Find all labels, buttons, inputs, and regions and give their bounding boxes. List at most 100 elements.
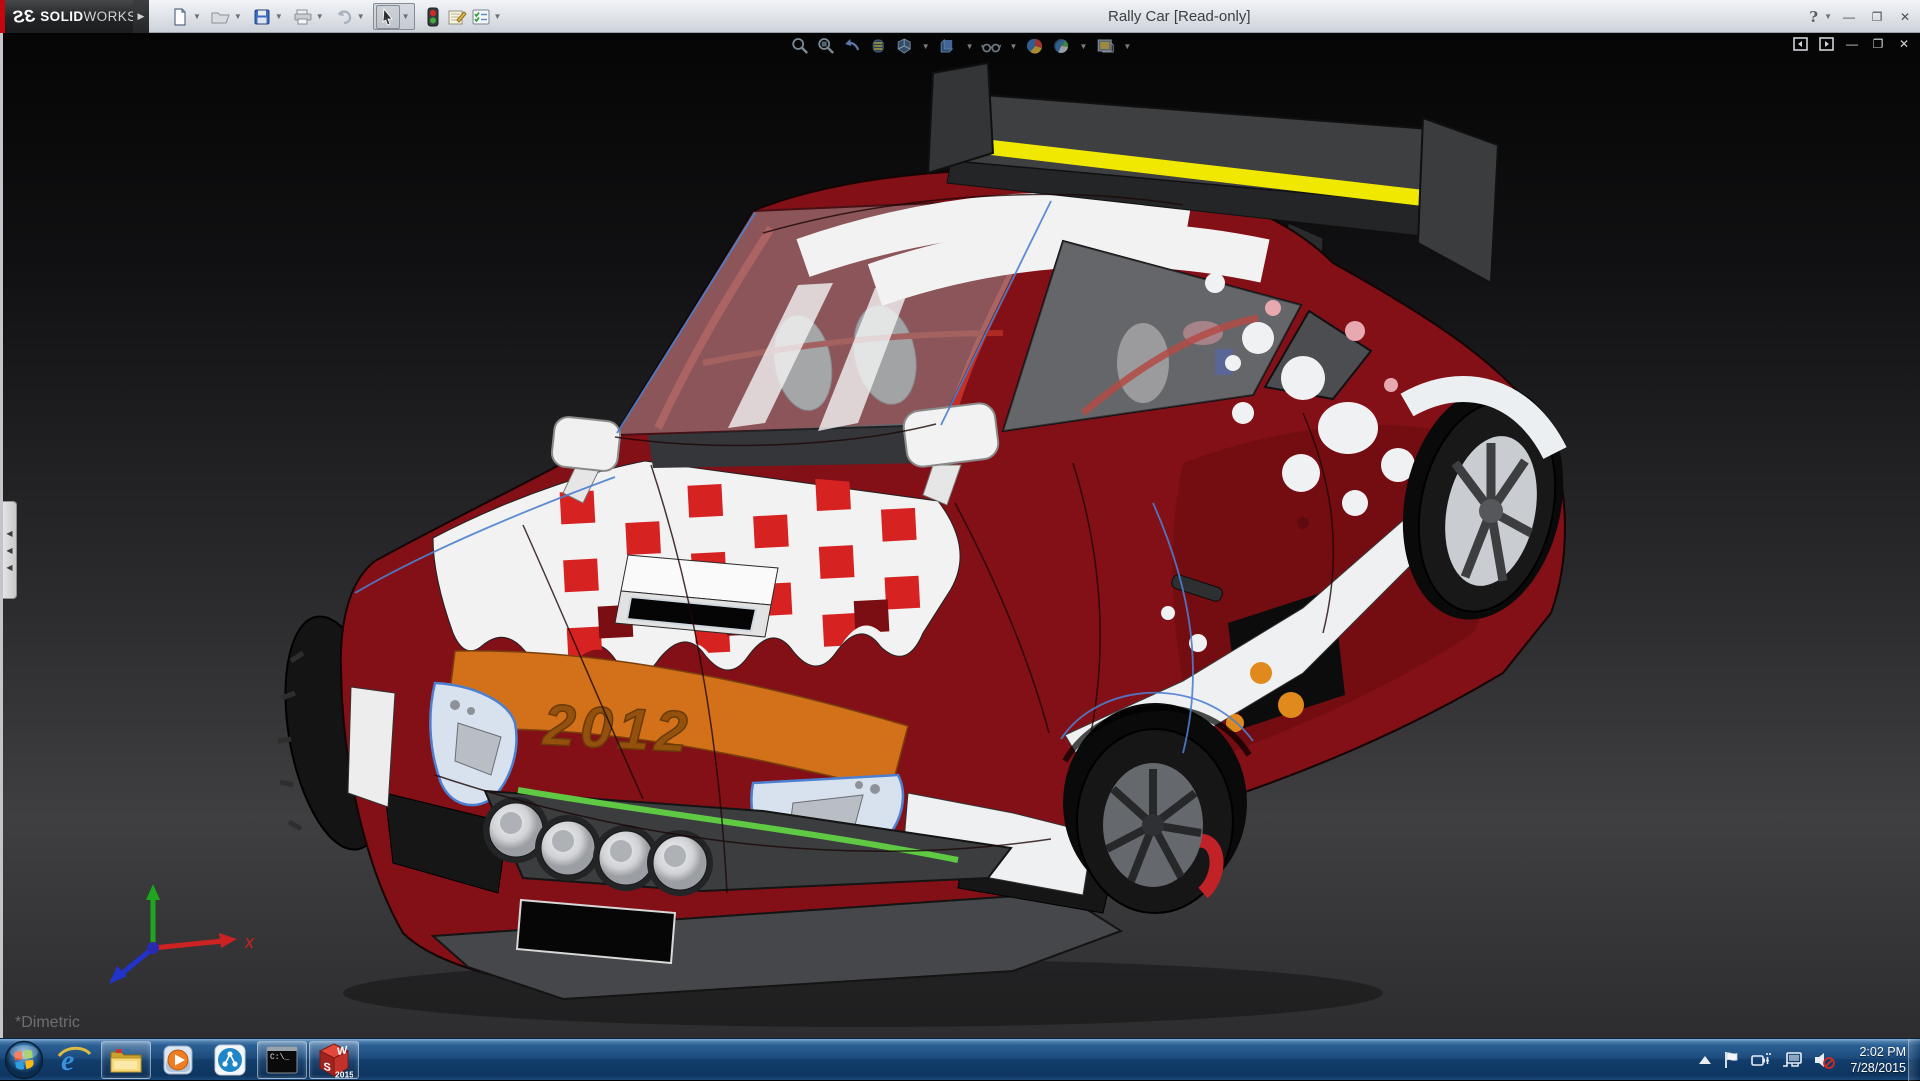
undo-button[interactable] xyxy=(332,5,356,29)
display-style-button[interactable] xyxy=(938,36,958,56)
eyeglasses-icon xyxy=(982,37,1002,55)
section-view-icon xyxy=(870,37,886,55)
action-center-button[interactable] xyxy=(1722,1051,1740,1069)
close-button[interactable]: ✕ xyxy=(1894,7,1916,27)
windows-start-icon xyxy=(4,1040,44,1080)
window-title: Rally Car [Read-only] xyxy=(1108,0,1251,33)
section-view-button[interactable] xyxy=(868,36,888,56)
new-document-button[interactable] xyxy=(168,5,192,29)
view-settings-button[interactable] xyxy=(1095,36,1115,56)
doc-close-button[interactable]: ✕ xyxy=(1896,36,1912,51)
x-axis-arrow xyxy=(219,933,237,948)
hide-show-items-dropdown[interactable]: ▼ xyxy=(1010,42,1018,51)
scene-sphere-icon xyxy=(1052,37,1070,55)
save-dropdown[interactable]: ▼ xyxy=(275,12,283,21)
zoom-to-area-button[interactable] xyxy=(816,36,836,56)
traffic-light-button[interactable] xyxy=(421,5,445,29)
rally-car-model[interactable]: 2012 xyxy=(3,33,1920,1038)
help-dropdown[interactable]: ▼ xyxy=(1824,12,1832,21)
taskbar-share-app[interactable] xyxy=(205,1041,255,1079)
save-button[interactable] xyxy=(250,5,274,29)
zoom-to-fit-button[interactable] xyxy=(790,36,810,56)
panel-toggle-right-button[interactable] xyxy=(1818,36,1834,51)
panel-right-icon xyxy=(1819,37,1834,51)
clock-time: 2:02 PM xyxy=(1850,1044,1906,1060)
display-style-dropdown[interactable]: ▼ xyxy=(966,42,974,51)
undo-arrow-icon xyxy=(334,8,354,26)
zoom-to-fit-icon xyxy=(791,37,809,55)
taskbar-windows-explorer[interactable] xyxy=(101,1041,151,1079)
doc-minimize-button[interactable]: — xyxy=(1844,36,1860,51)
options-dropdown[interactable]: ▼ xyxy=(494,12,502,21)
solidworks-cube-icon: S W 2015 xyxy=(315,1041,353,1079)
select-button[interactable] xyxy=(376,5,400,29)
reference-triad: x xyxy=(83,878,283,998)
view-orientation-label: *Dimetric xyxy=(15,1014,80,1032)
taskbar-clock[interactable]: 2:02 PM 7/28/2015 xyxy=(1850,1044,1906,1077)
cmd-prompt-text: C:\_ xyxy=(270,1053,289,1062)
display-style-icon xyxy=(939,37,957,55)
menu-expand-arrow[interactable]: ▶ xyxy=(133,0,149,33)
speaker-muted-icon xyxy=(1813,1051,1835,1069)
options-button[interactable] xyxy=(469,5,493,29)
view-settings-icon xyxy=(1096,37,1114,55)
note-pencil-icon xyxy=(447,8,467,26)
view-orientation-button[interactable] xyxy=(894,36,914,56)
brand-bold: SOLID xyxy=(40,9,83,24)
taskbar-solidworks[interactable]: S W 2015 xyxy=(309,1041,359,1079)
print-button[interactable] xyxy=(291,5,315,29)
standard-toolbar: ▼ ▼ ▼ ▼ ▼ ▼ ▼ xyxy=(168,0,509,33)
volume-muted-button[interactable] xyxy=(1813,1051,1835,1069)
graphics-area[interactable]: 2012 xyxy=(0,33,1920,1038)
collapse-arrow-icon: ◀ xyxy=(6,546,12,555)
heads-up-view-toolbar: ▼ ▼ ▼ ▼ ▼ xyxy=(790,36,1134,56)
save-floppy-icon xyxy=(253,8,271,26)
document-window-controls: — ❐ ✕ xyxy=(1792,36,1912,51)
view-orientation-dropdown[interactable]: ▼ xyxy=(922,42,930,51)
new-dropdown[interactable]: ▼ xyxy=(193,12,201,21)
apply-scene-button[interactable] xyxy=(1051,36,1071,56)
undo-dropdown[interactable]: ▼ xyxy=(357,12,365,21)
show-hidden-icons-button[interactable] xyxy=(1699,1056,1711,1064)
minimize-button[interactable]: — xyxy=(1838,7,1860,27)
spoiler-endplate-left xyxy=(928,63,993,173)
open-folder-icon xyxy=(211,8,231,26)
start-button[interactable] xyxy=(0,1039,48,1081)
rebuild-note-button[interactable] xyxy=(445,5,469,29)
doc-restore-button[interactable]: ❐ xyxy=(1870,36,1886,51)
show-desktop-button[interactable] xyxy=(1908,1039,1920,1081)
power-button[interactable] xyxy=(1751,1051,1771,1069)
restore-button[interactable]: ❐ xyxy=(1866,7,1888,27)
help-button[interactable]: ? xyxy=(1809,8,1818,26)
zoom-to-area-icon xyxy=(817,37,835,55)
select-tool-group: ▼ xyxy=(373,3,415,30)
taskbar-internet-explorer[interactable]: e xyxy=(49,1041,99,1079)
print-dropdown[interactable]: ▼ xyxy=(316,12,324,21)
network-button[interactable] xyxy=(1782,1051,1802,1069)
media-player-icon xyxy=(161,1043,195,1077)
view-settings-dropdown[interactable]: ▼ xyxy=(1123,42,1131,51)
panel-toggle-left-button[interactable] xyxy=(1792,36,1808,51)
network-icon xyxy=(1782,1051,1802,1069)
edit-appearance-button[interactable] xyxy=(1025,36,1045,56)
traffic-light-icon xyxy=(427,7,439,27)
share-nodes-icon xyxy=(213,1043,247,1077)
feature-manager-collapsed-tab[interactable]: ◀ ◀ ◀ xyxy=(3,501,17,599)
new-document-icon xyxy=(171,8,189,26)
apply-scene-dropdown[interactable]: ▼ xyxy=(1079,42,1087,51)
previous-view-icon xyxy=(843,37,861,55)
previous-view-button[interactable] xyxy=(842,36,862,56)
collapse-arrow-icon: ◀ xyxy=(6,563,12,572)
hide-show-items-button[interactable] xyxy=(982,36,1002,56)
open-dropdown[interactable]: ▼ xyxy=(234,12,242,21)
clock-date: 7/28/2015 xyxy=(1850,1060,1906,1076)
open-document-button[interactable] xyxy=(209,5,233,29)
taskbar-media-player[interactable] xyxy=(153,1041,203,1079)
select-dropdown[interactable]: ▼ xyxy=(402,12,410,21)
taskbar-command-prompt[interactable]: C:\_ xyxy=(257,1041,307,1079)
triad-origin xyxy=(147,942,159,954)
command-prompt-icon: C:\_ xyxy=(265,1045,299,1075)
sw-cube-letter-w: W xyxy=(337,1044,348,1058)
view-cube-icon xyxy=(895,37,913,55)
checklist-icon xyxy=(471,8,491,26)
